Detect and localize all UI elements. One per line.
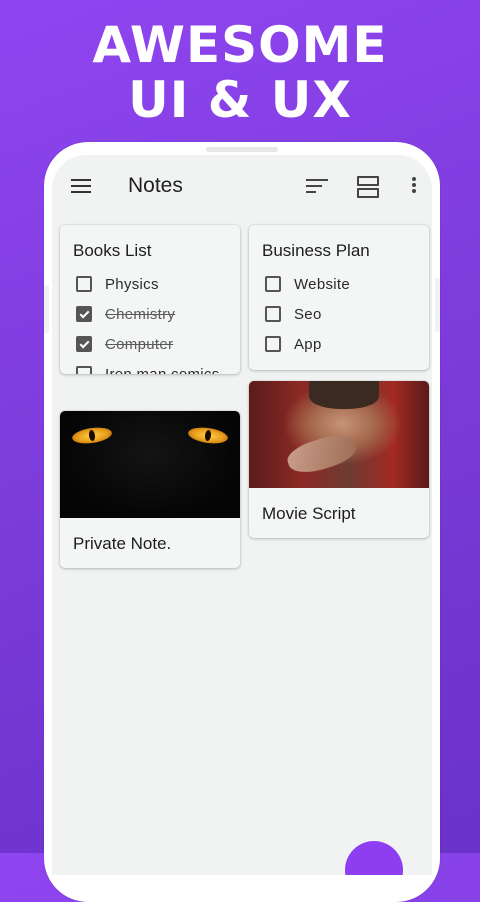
checkbox[interactable] <box>76 276 92 292</box>
checklist-item-label: Website <box>294 275 351 293</box>
checklist-item-label: Computer <box>105 335 174 353</box>
note-title: Books List <box>73 241 152 260</box>
sort-icon[interactable] <box>306 179 328 195</box>
note-title: Private Note. <box>73 534 172 553</box>
add-note-fab[interactable] <box>345 841 403 875</box>
checklist-item-label: Iron man comics <box>105 365 220 375</box>
app-screen: Notes Books List Physics Chemistry Compu… <box>52 155 432 875</box>
checklist-item[interactable]: Physics <box>76 274 159 294</box>
checklist-item-label: Seo <box>294 305 322 323</box>
note-title: Movie Script <box>262 504 356 523</box>
eye-shape <box>71 425 113 446</box>
checklist-item[interactable]: Computer <box>76 334 173 354</box>
checklist-item[interactable]: Seo <box>265 304 322 324</box>
cat-eyes-image <box>60 411 240 518</box>
checkbox-checked[interactable] <box>76 336 92 352</box>
more-vert-icon[interactable] <box>411 177 417 195</box>
movie-character-image <box>249 381 429 488</box>
checklist-item-label: App <box>294 335 322 353</box>
hand-shape <box>284 428 360 480</box>
checklist-item[interactable]: Chemistry <box>76 304 175 324</box>
phone-speaker <box>206 147 278 152</box>
checkbox-checked[interactable] <box>76 306 92 322</box>
hamburger-menu-icon[interactable] <box>71 179 91 193</box>
phone-power-button <box>435 278 440 332</box>
note-card-books-list[interactable]: Books List Physics Chemistry Computer Ir… <box>60 225 240 374</box>
headline-line-1: AWESOME <box>92 16 388 74</box>
checklist-item[interactable]: Iron man comics <box>76 364 220 374</box>
view-layout-icon[interactable] <box>357 176 379 198</box>
eye-shape <box>187 425 229 446</box>
checkbox[interactable] <box>76 366 92 374</box>
checkbox[interactable] <box>265 336 281 352</box>
app-bar: Notes <box>52 155 432 217</box>
note-card-private-note[interactable]: Private Note. <box>60 411 240 568</box>
note-card-movie-script[interactable]: Movie Script <box>249 381 429 538</box>
phone-side-button <box>44 285 49 333</box>
checkbox[interactable] <box>265 306 281 322</box>
hair-shape <box>309 381 379 409</box>
headline-line-2: UI & UX <box>128 71 352 129</box>
promo-headline: AWESOME UI & UX <box>0 18 480 128</box>
checklist-item-label: Chemistry <box>105 305 176 323</box>
checklist-item[interactable]: App <box>265 334 322 354</box>
note-title: Business Plan <box>262 241 370 260</box>
checkbox[interactable] <box>265 276 281 292</box>
checklist-item[interactable]: Website <box>265 274 350 294</box>
note-card-business-plan[interactable]: Business Plan Website Seo App <box>249 225 429 370</box>
app-title: Notes <box>128 174 183 197</box>
checklist-item-label: Physics <box>105 275 159 293</box>
